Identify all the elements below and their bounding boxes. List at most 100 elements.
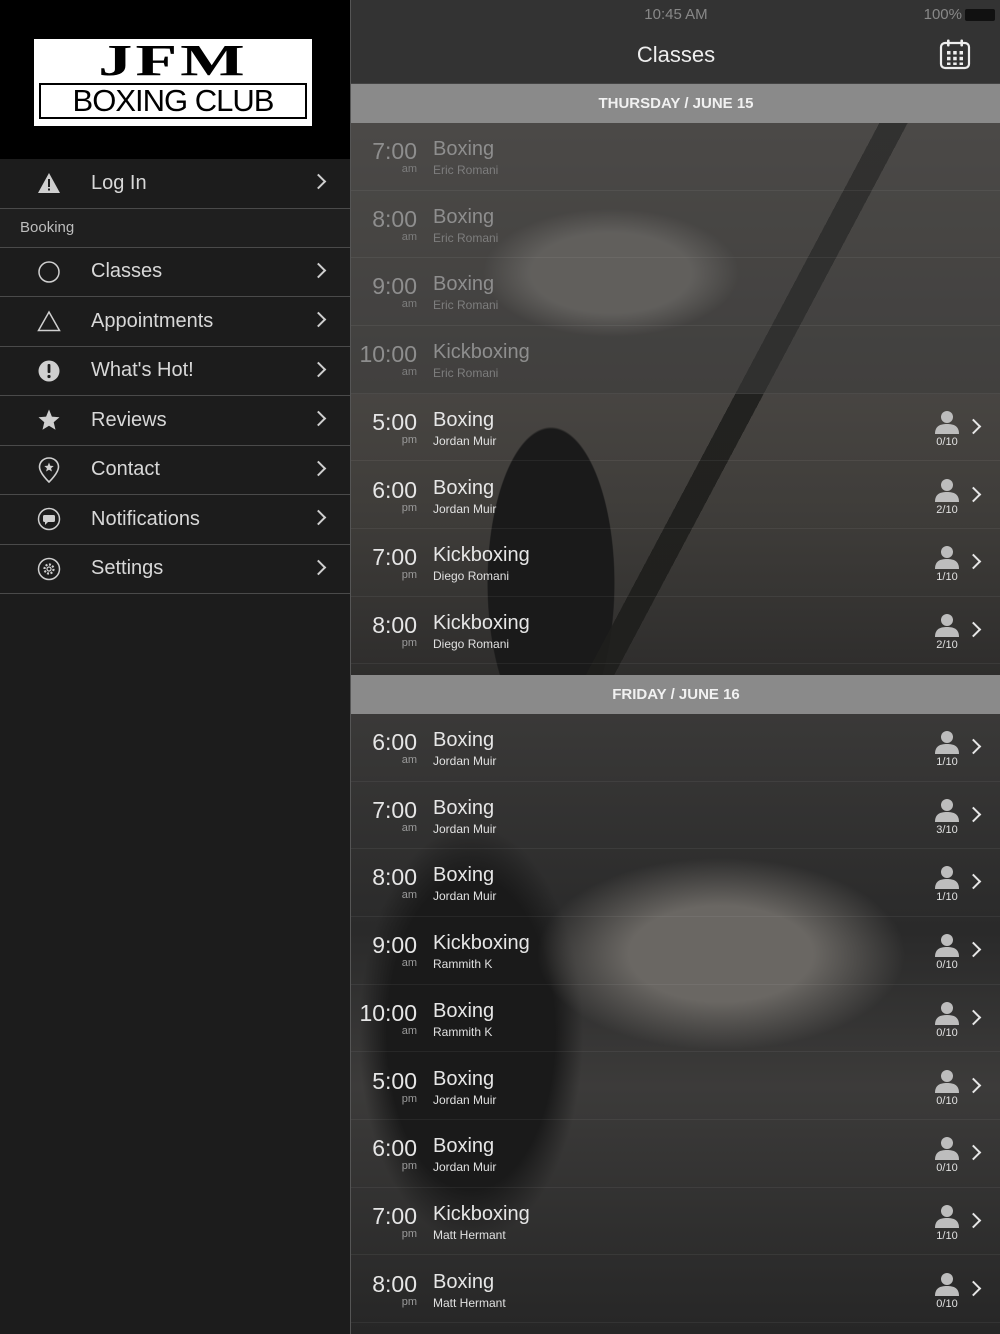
class-ampm: am [401,821,417,834]
chevron-right-icon [965,1212,982,1229]
class-row[interactable]: 6:00 pm Boxing Jordan Muir 0/10 [351,1120,1000,1188]
person-icon [934,409,960,435]
class-row[interactable]: 7:00 pm Kickboxing Matt Hermant 1/10 [351,1188,1000,1256]
chevron-right-icon [965,418,982,435]
class-row[interactable]: 9:00 am Kickboxing Rammith K 0/10 [351,917,1000,985]
class-instructor: Jordan Muir [433,754,497,768]
class-time: 8:00 [372,1270,417,1297]
chat-bubble-icon [36,506,62,532]
class-name: Boxing [433,1135,495,1158]
class-row[interactable]: 7:00 am Boxing Jordan Muir 3/10 [351,782,1000,850]
class-row[interactable]: 5:00 pm Boxing Jordan Muir 0/10 [351,1053,1000,1120]
sidebar-item-label: What's Hot! [91,359,194,382]
battery-icon [965,8,995,21]
class-instructor: Eric Romani [433,230,499,245]
class-time: 8:00 [372,864,417,891]
battery-indicator: 100% [924,6,995,23]
chevron-right-icon [310,173,327,190]
booked-count: 0/10 [936,435,958,448]
sidebar-item-label: Log In [91,171,147,194]
class-time: 10:00 [359,999,417,1026]
class-name: Boxing [433,796,495,819]
class-row[interactable]: 7:00 pm Kickboxing Diego Romani 1/10 [351,529,1000,597]
class-ampm: am [401,1024,417,1037]
section-header-booking: Booking [0,208,350,248]
chevron-right-icon [965,1077,982,1093]
sidebar-item-label: Notifications [91,507,200,530]
class-ampm: pm [401,1160,417,1173]
class-time: 9:00 [372,932,417,959]
sidebar-item-log-in[interactable]: Log In [0,159,350,209]
club-logo: JFM BOXING CLUB [34,39,312,126]
class-instructor: Eric Romani [433,298,499,313]
class-row[interactable]: 6:00 am Boxing Jordan Muir 1/10 [351,714,1000,782]
class-instructor: Jordan Muir [433,821,497,836]
class-row[interactable]: 8:00 pm Kickboxing Diego Romani 2/10 [351,597,1000,665]
class-time: 8:00 [372,611,417,638]
class-ampm: pm [401,1295,417,1308]
booked-count: 2/10 [936,638,958,651]
chevron-right-icon [310,311,327,328]
class-row: 8:00 am Boxing Eric Romani [351,190,1000,259]
class-name: Boxing [433,1270,495,1293]
sidebar-item-whats-hot[interactable]: What's Hot! [0,347,350,396]
chevron-right-icon [965,1009,982,1026]
chevron-right-icon [965,1280,982,1296]
person-icon [934,1068,960,1094]
chevron-right-icon [310,410,327,427]
class-row: 9:00 am Boxing Eric Romani [351,258,1000,326]
page-title: Classes [636,42,716,67]
class-name: Kickboxing [433,932,530,955]
class-name: Boxing [433,408,495,431]
class-time: 6:00 [372,729,417,755]
person-icon [934,797,960,823]
person-icon [934,1203,960,1229]
class-time: 9:00 [372,273,417,300]
person-icon [934,864,960,890]
calendar-icon [939,39,971,70]
class-instructor: Diego Romani [433,636,510,651]
class-instructor: Jordan Muir [433,1092,497,1107]
day-header-thursday: THURSDAY / JUNE 15 [351,84,1000,123]
sidebar-item-label: Reviews [91,408,167,431]
class-time: 7:00 [372,138,417,164]
class-row[interactable]: 8:00 am Boxing Jordan Muir 1/10 [351,849,1000,917]
class-row[interactable]: 10:00 am Boxing Rammith K 0/10 [351,985,1000,1053]
sidebar-item-label: Settings [91,557,164,580]
person-icon [934,932,960,958]
chevron-right-icon [965,486,982,502]
class-instructor: Diego Romani [433,569,510,584]
calendar-button[interactable] [939,38,971,70]
class-row[interactable]: 6:00 pm Boxing Jordan Muir 2/10 [351,462,1000,529]
triangle-icon [36,308,62,334]
circle-icon [36,259,62,285]
sidebar-item-classes[interactable]: Classes [0,248,350,297]
sidebar: JFM BOXING CLUB Log In Booking Classes A… [0,0,350,1334]
class-row[interactable]: 8:00 pm Boxing Matt Hermant 0/10 [351,1256,1000,1324]
person-icon [934,1135,960,1161]
class-ampm: pm [401,1227,417,1240]
class-row[interactable]: 5:00 pm Boxing Jordan Muir 0/10 [351,394,1000,462]
class-ampm: am [401,298,417,311]
class-instructor: Jordan Muir [433,433,497,448]
class-ampm: am [401,230,417,243]
class-time: 5:00 [372,408,417,435]
chevron-right-icon [965,941,982,958]
warning-icon [36,170,62,196]
sidebar-item-contact[interactable]: Contact [0,446,350,495]
chevron-right-icon [965,738,982,755]
sidebar-item-notifications[interactable]: Notifications [0,495,350,545]
class-name: Boxing [433,999,495,1022]
day-header-friday: FRIDAY / JUNE 16 [351,675,1000,714]
class-ampm: am [401,163,417,175]
chevron-right-icon [310,361,327,378]
sidebar-item-reviews[interactable]: Reviews [0,396,350,446]
chevron-right-icon [310,460,327,477]
sidebar-item-settings[interactable]: Settings [0,545,350,594]
sidebar-item-appointments[interactable]: Appointments [0,297,350,347]
class-name: Boxing [433,864,495,887]
class-ampm: am [401,754,417,766]
booked-count: 0/10 [936,959,958,972]
booked-count: 0/10 [936,1297,958,1310]
class-time: 10:00 [359,341,417,368]
